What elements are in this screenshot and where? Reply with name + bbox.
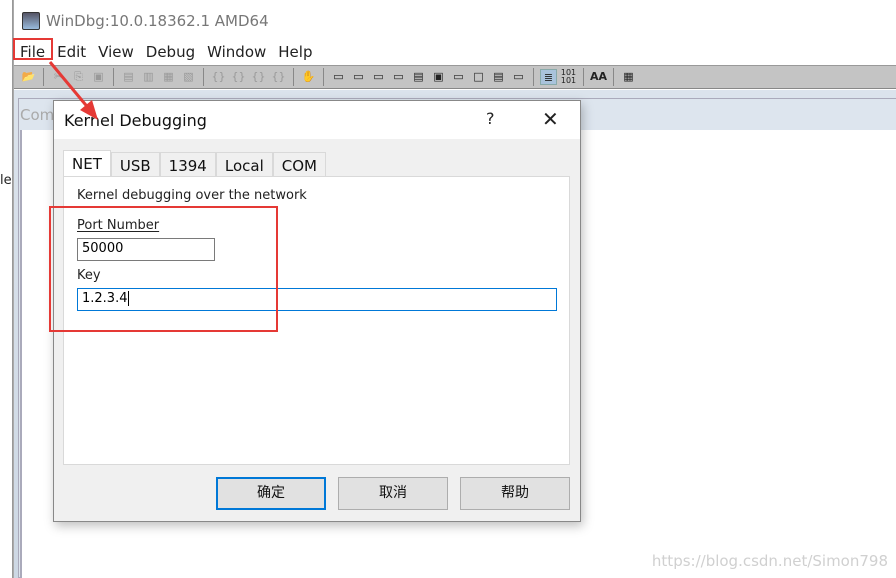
annotation-box-settings (49, 206, 278, 332)
watermark: https://blog.csdn.net/Simon798 (651, 552, 888, 570)
